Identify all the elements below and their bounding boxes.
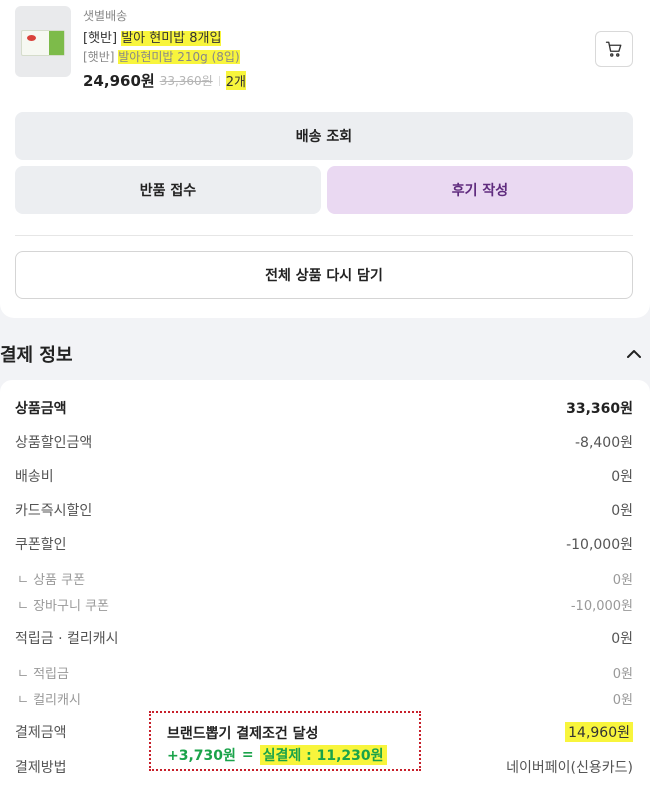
delivery-type-label: 샛별배송	[83, 9, 128, 23]
chevron-up-icon[interactable]	[624, 344, 644, 364]
return-request-button[interactable]: 반품 접수	[15, 166, 321, 214]
track-delivery-button[interactable]: 배송 조회	[15, 112, 633, 160]
brand-draw-annotation-box: 브랜드뽑기 결제조건 달성 +3,730원 = 실결제 : 11,230원	[149, 711, 421, 771]
payment-row-shipping: 배송비 0원	[15, 469, 633, 485]
price-row: 24,960원 33,360원 2개	[83, 70, 246, 91]
promo-calculation: +3,730원 = 실결제 : 11,230원	[167, 745, 387, 765]
divider	[15, 235, 633, 236]
payment-row-coupon-discount: 쿠폰할인 -10,000원	[15, 537, 633, 553]
payment-row-card-discount: 카드즉시할인 0원	[15, 503, 633, 519]
payment-row-cart-coupon: ㄴ 장바구니 쿠폰 -10,000원	[17, 599, 633, 614]
promo-bonus: +3,730원	[167, 748, 236, 764]
payment-info-title: 결제 정보	[0, 345, 73, 366]
payment-row-kurly-cash: ㄴ 컬리캐시 0원	[17, 693, 633, 708]
quantity-label: 2개	[225, 71, 246, 90]
add-to-cart-button[interactable]	[595, 31, 633, 67]
payment-row-product-coupon: ㄴ 상품 쿠폰 0원	[17, 573, 633, 588]
recart-all-button[interactable]: 전체 상품 다시 담기	[15, 251, 633, 299]
original-price: 33,360원	[159, 74, 213, 88]
promo-condition-text: 브랜드뽑기 결제조건 달성	[167, 726, 319, 742]
order-item-card: 샛별배송 [햇반] 발아 현미밥 8개입 [햇반] 발아현미밥 210g (8입…	[0, 0, 650, 318]
product-option: [햇반] 발아현미밥 210g (8입)	[83, 50, 240, 64]
payment-row-points: ㄴ 적립금 0원	[17, 667, 633, 682]
payment-row-product-discount: 상품할인금액 -8,400원	[15, 435, 633, 451]
payment-row-product-amount: 상품금액 33,360원	[15, 401, 633, 417]
write-review-button[interactable]: 후기 작성	[327, 166, 633, 214]
product-name[interactable]: [햇반] 발아 현미밥 8개입	[83, 27, 222, 46]
product-thumbnail[interactable]	[15, 6, 71, 77]
promo-net-payment: 실결제 : 11,230원	[259, 745, 387, 765]
cart-icon	[605, 41, 622, 57]
payment-row-points-cash: 적립금 · 컬리캐시 0원	[15, 631, 633, 647]
sale-price: 24,960원	[83, 72, 155, 90]
total-amount: 14,960원	[565, 722, 633, 742]
